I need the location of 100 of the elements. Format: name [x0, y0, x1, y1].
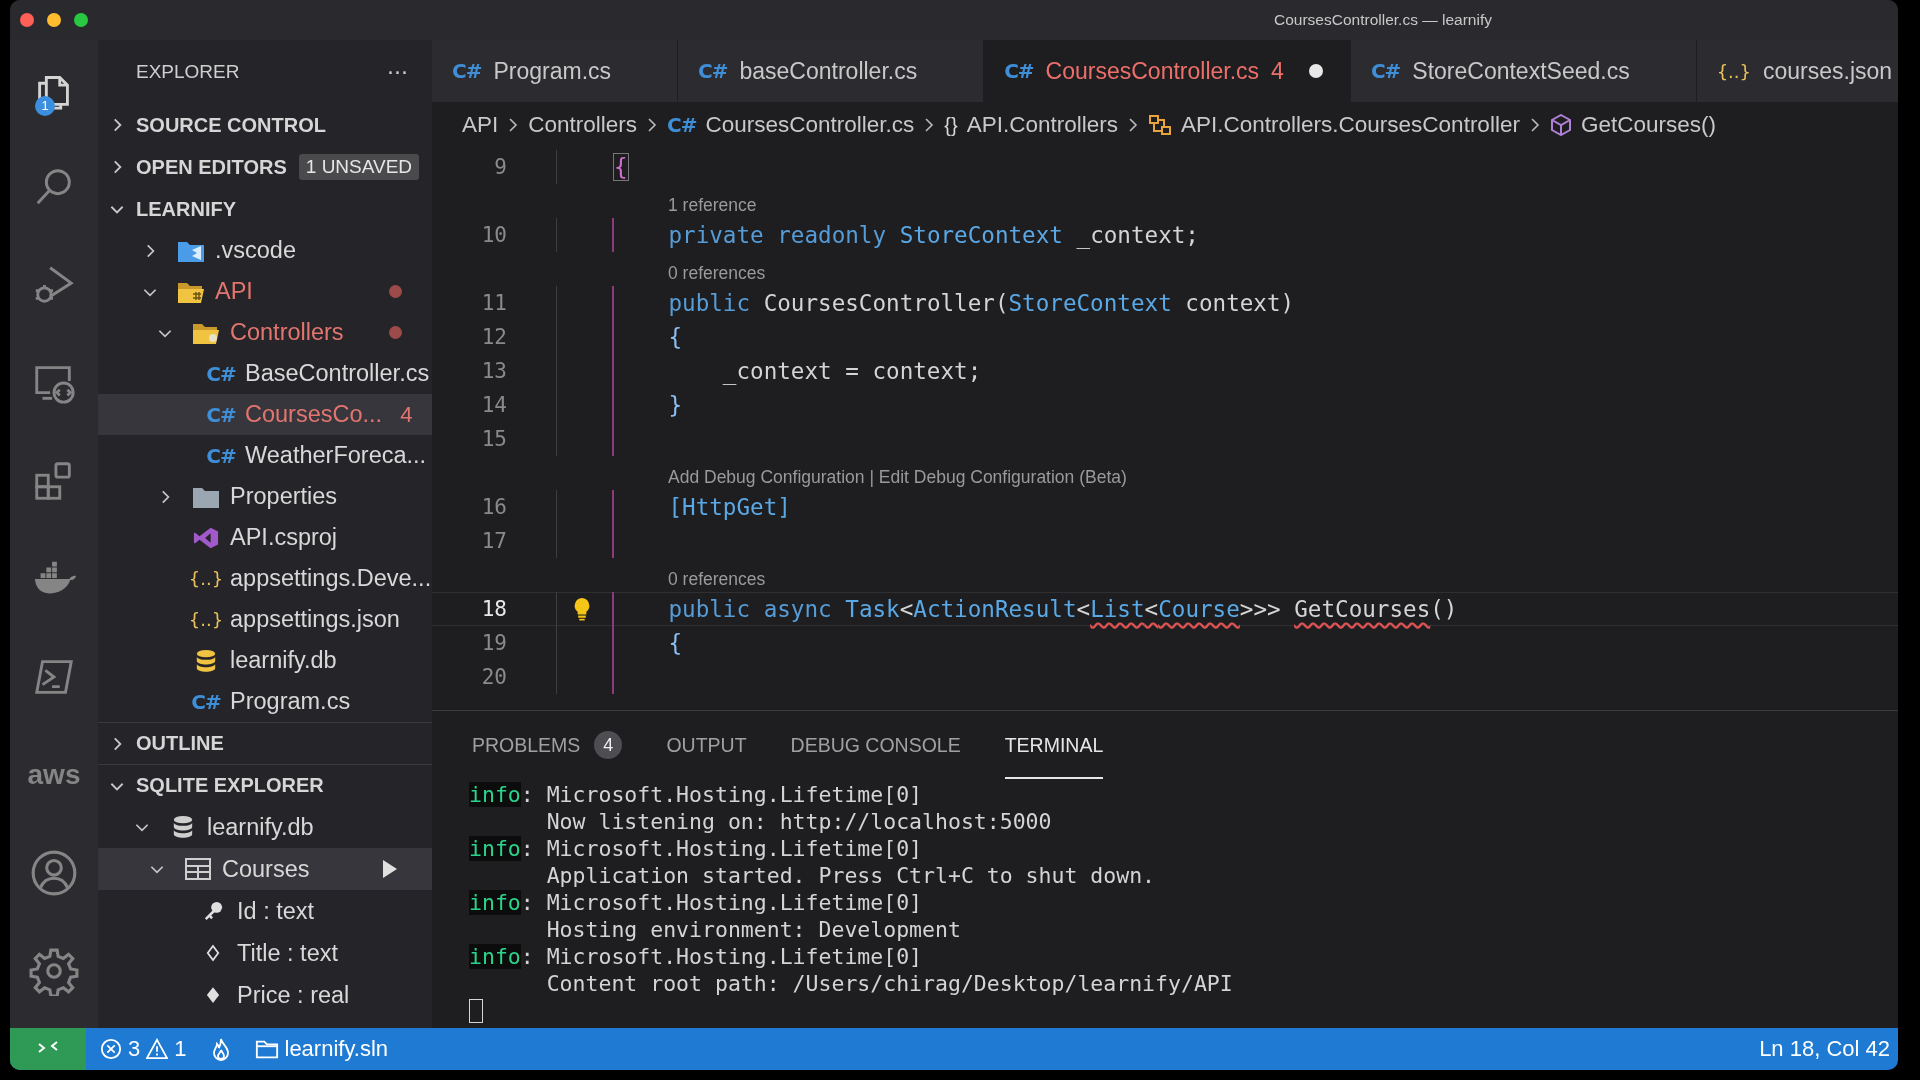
- diamond-icon: [206, 944, 220, 962]
- tree-item[interactable]: Courses: [98, 848, 432, 890]
- tree-item-label: Title : text: [237, 939, 338, 967]
- editor-tab[interactable]: C# StoreContextSeed.cs: [1350, 40, 1697, 102]
- breadcrumb[interactable]: API.Controllers.CoursesController: [1181, 112, 1520, 138]
- terminal-output: Content root path: /Users/chirag/Desktop/learnify/API: [546, 971, 1233, 996]
- breadcrumb[interactable]: API.Controllers: [966, 112, 1118, 138]
- key-icon: [203, 901, 223, 921]
- csharp-icon: C#: [698, 59, 728, 83]
- editor-tab[interactable]: C# CoursesController.cs 4: [984, 40, 1351, 102]
- line-number: 17: [480, 529, 507, 553]
- tree-item-label: Controllers: [230, 319, 344, 346]
- line-number: 14: [480, 393, 507, 417]
- breadcrumb[interactable]: CoursesController.cs: [705, 112, 915, 138]
- log-level: info: [469, 782, 521, 807]
- diamond-icon: [206, 986, 220, 1004]
- error-icon: [100, 1038, 122, 1060]
- tree-item-label: WeatherForeca...: [245, 442, 427, 469]
- chevron-icon: [923, 117, 936, 133]
- chevron-icon: [1127, 117, 1139, 133]
- class-icon: [1148, 114, 1172, 136]
- panel-tab[interactable]: DEBUG CONSOLE: [790, 713, 961, 779]
- tree-item[interactable]: {..} appsettings.json: [98, 599, 432, 640]
- flame-icon[interactable]: [210, 1037, 231, 1061]
- line-number: 12: [480, 325, 507, 349]
- section-header[interactable]: SOURCE CONTROL: [136, 113, 326, 137]
- cursor-position[interactable]: Ln 18, Col 42: [1745, 1036, 1898, 1062]
- log-level: info: [469, 944, 521, 969]
- terminal-output: Now listening on: http://localhost:5000: [546, 809, 1052, 834]
- tree-item[interactable]: {..} appsettings.Deve...: [98, 558, 432, 599]
- warning-icon: [146, 1038, 169, 1060]
- breadcrumb[interactable]: API: [462, 112, 499, 138]
- chevron-icon: [507, 117, 520, 133]
- line-number: 11: [480, 291, 507, 315]
- cube-icon: [1549, 114, 1572, 136]
- panel-tab[interactable]: PROBLEMS 4: [472, 711, 623, 781]
- tree-item-label: API.csproj: [230, 524, 338, 551]
- project-icon: [193, 525, 219, 550]
- run-icon[interactable]: [382, 859, 398, 879]
- problems-status[interactable]: 3 1: [86, 1036, 201, 1062]
- tree-item[interactable]: Id : text: [98, 890, 432, 932]
- code-lens[interactable]: 0 references: [668, 569, 766, 590]
- code-line: private readonly StoreContext _context;: [668, 222, 1199, 248]
- settings-icon[interactable]: [29, 946, 79, 996]
- more-actions-button[interactable]: ···: [387, 59, 408, 85]
- json-icon: {..}: [188, 568, 224, 589]
- breadcrumb[interactable]: Controllers: [528, 112, 638, 138]
- tree-item-label: learnify.db: [230, 647, 337, 674]
- close-window-button[interactable]: [20, 13, 34, 27]
- section-header[interactable]: LEARNIFY: [136, 197, 236, 221]
- tree-item[interactable]: .vscode: [98, 230, 432, 271]
- code-lens[interactable]: 0 references: [668, 263, 766, 284]
- csharp-icon: C#: [191, 689, 221, 714]
- section-header[interactable]: SQLITE EXPLORER: [136, 774, 324, 797]
- tree-item[interactable]: API.csproj: [98, 517, 432, 558]
- tree-item-label: Price : real: [237, 981, 350, 1009]
- account-icon[interactable]: [29, 848, 79, 898]
- tree-item[interactable]: C# CoursesCo... 4: [98, 394, 432, 435]
- line-number: 13: [480, 359, 507, 383]
- code-lens[interactable]: 1 reference: [668, 195, 757, 216]
- tree-item[interactable]: C# WeatherForeca...: [98, 435, 432, 476]
- tree-item[interactable]: learnify.db: [98, 640, 432, 681]
- code-lens[interactable]: Add Debug Configuration | Edit Debug Configuration (Beta): [668, 467, 1127, 488]
- editor-tab[interactable]: {..} courses.json: [1696, 40, 1898, 102]
- json-icon: {..}: [1716, 60, 1751, 82]
- tree-item[interactable]: C# Program.cs: [98, 681, 432, 722]
- modified-dot-icon: [389, 285, 402, 298]
- json-icon: {..}: [188, 609, 224, 630]
- panel-tab[interactable]: TERMINAL: [1004, 713, 1104, 779]
- tree-item-label: Properties: [230, 483, 338, 510]
- terminal-output: : Microsoft.Hosting.Lifetime[0]: [520, 890, 923, 915]
- section-header[interactable]: OUTLINE: [136, 732, 224, 755]
- tree-item-label: Courses: [222, 855, 310, 883]
- chevron-icon: [1528, 117, 1541, 133]
- tree-item[interactable]: Properties: [98, 476, 432, 517]
- code-line: {: [614, 154, 628, 180]
- code-line: }: [668, 392, 683, 418]
- csharp-icon: C#: [206, 402, 236, 427]
- csharp-icon: C#: [452, 59, 482, 83]
- tree-item[interactable]: Controllers: [98, 312, 432, 353]
- section-header[interactable]: OPEN EDITORS: [136, 155, 287, 179]
- tree-item-label: appsettings.Deve...: [230, 565, 432, 592]
- tree-item[interactable]: C# BaseController.cs: [98, 353, 432, 394]
- tree-item[interactable]: API: [98, 271, 432, 312]
- minimize-window-button[interactable]: [47, 13, 61, 27]
- tree-item[interactable]: learnify.db: [98, 806, 432, 848]
- solution-status[interactable]: learnify.sln: [240, 1036, 403, 1062]
- lightbulb-icon[interactable]: [573, 597, 591, 621]
- tree-item[interactable]: Price : real: [98, 974, 432, 1016]
- editor-tab[interactable]: C# baseController.cs: [678, 40, 985, 102]
- line-number: 10: [480, 223, 507, 247]
- code-line: {: [668, 324, 683, 350]
- aws-logo[interactable]: aws: [27, 761, 81, 789]
- zoom-window-button[interactable]: [74, 13, 88, 27]
- panel-tab[interactable]: OUTPUT: [666, 713, 747, 779]
- editor-tab[interactable]: C# Program.cs: [432, 40, 679, 102]
- breadcrumb[interactable]: GetCourses(): [1580, 112, 1716, 138]
- code-line: public CoursesController(StoreContext context): [668, 290, 1295, 316]
- tree-item-label: BaseController.cs: [245, 360, 430, 387]
- tree-item[interactable]: Title : text: [98, 932, 432, 974]
